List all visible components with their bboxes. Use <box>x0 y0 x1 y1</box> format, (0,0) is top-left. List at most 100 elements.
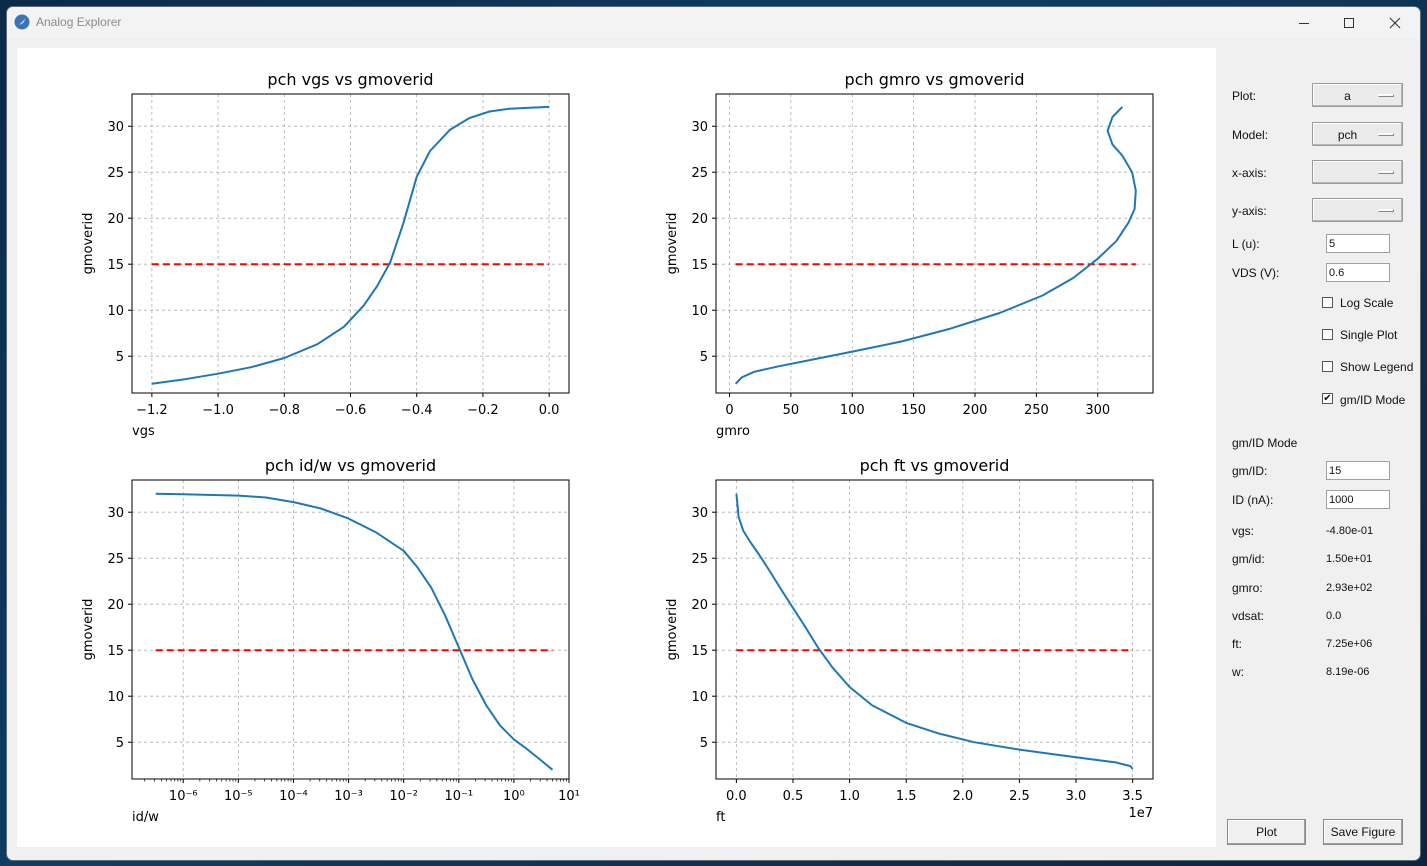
y-tick-label: 30 <box>691 120 708 135</box>
axes-frame <box>715 479 1154 780</box>
dropdown-indicator-icon <box>1378 94 1394 97</box>
y-axis-label: gmoverid <box>81 599 96 661</box>
y-tick-label: 10 <box>107 304 124 319</box>
plot-select-value: a <box>1344 89 1351 103</box>
x-tick-label: −0.6 <box>335 403 367 418</box>
save-figure-button[interactable]: Save Figure <box>1323 819 1403 845</box>
plot-button[interactable]: Plot <box>1227 819 1306 845</box>
x-tick-label: 50 <box>783 403 800 418</box>
result-w-label: w: <box>1232 665 1244 679</box>
x-tick-label: 1.0 <box>839 789 860 804</box>
gmid-mode-checkbox[interactable]: ✔ <box>1322 393 1333 404</box>
l-label: L (u): <box>1232 237 1260 251</box>
y-tick-label: 20 <box>107 598 124 613</box>
model-select[interactable]: pch <box>1312 122 1403 146</box>
dropdown-indicator-icon <box>1378 171 1394 174</box>
y-tick-label: 20 <box>691 598 708 613</box>
id-label: ID (nA): <box>1232 493 1274 507</box>
chart-title: pch gmro vs gmoverid <box>845 70 1025 89</box>
x-tick-label: 0.0 <box>726 789 747 804</box>
chart-3: 10⁻⁶ 10⁻⁵ 10⁻⁴ 10⁻³ 10⁻² 10⁻¹ 10⁰ 10¹ 5 10 15 20 25 3… <box>81 456 580 825</box>
app-window: Analog Explorer −1.2 −1.0 −0.8 −0.6 −0.4 −0.2… <box>7 7 1420 860</box>
xaxis-label: x-axis: <box>1232 166 1267 180</box>
x-tick-label: 3.0 <box>1066 789 1087 804</box>
x-tick-label: 10⁻⁴ <box>279 789 308 804</box>
y-tick-label: 30 <box>107 120 124 135</box>
figure-svg: −1.2 −1.0 −0.8 −0.6 −0.4 −0.2 0.0 5 10 15 20 25 30 pc… <box>81 70 1154 825</box>
y-tick-label: 10 <box>691 690 708 705</box>
x-tick-label: −0.8 <box>268 403 300 418</box>
x-tick-label: −0.2 <box>467 403 499 418</box>
gmid-label: gm/ID: <box>1232 464 1268 478</box>
x-tick-label: 10⁻² <box>389 789 418 804</box>
x-axis-label: ft <box>716 810 725 825</box>
show-legend-checkbox[interactable] <box>1322 361 1333 372</box>
yaxis-select[interactable] <box>1312 198 1403 222</box>
yaxis-label: y-axis: <box>1232 204 1267 218</box>
x-tick-label: −1.2 <box>136 403 168 418</box>
feather-icon <box>14 14 30 30</box>
x-tick-label: 0.5 <box>783 789 804 804</box>
result-ft-value: 7.25e+06 <box>1326 638 1373 650</box>
title-bar: Analog Explorer <box>7 7 1420 38</box>
minimize-button[interactable] <box>1281 7 1327 38</box>
series-line <box>734 106 1137 385</box>
log-scale-label: Log Scale <box>1340 296 1394 310</box>
x-tick-label: 10¹ <box>558 789 580 804</box>
y-tick-label: 15 <box>691 644 708 659</box>
x-axis-label: gmro <box>716 424 750 439</box>
x-tick-label: 3.5 <box>1122 789 1143 804</box>
maximize-icon <box>1344 17 1354 28</box>
y-tick-label: 25 <box>691 552 708 567</box>
axes-frame <box>715 93 1154 394</box>
chart-title: pch id/w vs gmoverid <box>265 456 436 475</box>
y-tick-label: 10 <box>107 690 124 705</box>
x-tick-label: 100 <box>840 403 865 418</box>
x-tick-label: 1.5 <box>896 789 917 804</box>
y-tick-label: 15 <box>107 644 124 659</box>
vds-label: VDS (V): <box>1232 266 1280 280</box>
x-tick-label: 10⁰ <box>503 789 525 804</box>
plot-select[interactable]: a <box>1312 83 1403 107</box>
result-gmid-label: gm/id: <box>1232 552 1265 566</box>
result-vgs-label: vgs: <box>1232 524 1255 538</box>
y-tick-label: 25 <box>691 166 708 181</box>
vds-input[interactable] <box>1326 263 1390 282</box>
result-vdsat-label: vdsat: <box>1232 609 1265 623</box>
model-select-value: pch <box>1337 128 1358 142</box>
x-tick-label: 150 <box>901 403 926 418</box>
result-vgs-value: -4.80e-01 <box>1326 525 1374 537</box>
y-axis-label: gmoverid <box>665 599 680 661</box>
log-scale-checkbox[interactable] <box>1322 297 1333 308</box>
y-tick-label: 15 <box>691 258 708 273</box>
figure-canvas[interactable]: −1.2 −1.0 −0.8 −0.6 −0.4 −0.2 0.0 5 10 15 20 25 30 pc… <box>17 48 1216 847</box>
chart-title: pch vgs vs gmoverid <box>267 70 433 89</box>
x-tick-label: 10⁻³ <box>334 789 363 804</box>
id-input[interactable] <box>1326 490 1390 509</box>
model-label: Model: <box>1232 128 1269 142</box>
l-input[interactable] <box>1326 234 1390 253</box>
result-ft-label: ft: <box>1232 637 1243 651</box>
result-gmro-value: 2.93e+02 <box>1326 582 1373 594</box>
dropdown-indicator-icon <box>1378 133 1394 136</box>
y-tick-label: 20 <box>691 212 708 227</box>
close-button[interactable] <box>1372 7 1418 38</box>
single-plot-label: Single Plot <box>1340 328 1398 342</box>
x-axis-label: id/w <box>132 810 159 825</box>
chart-1: −1.2 −1.0 −0.8 −0.6 −0.4 −0.2 0.0 5 10 15 20 25 30 pc… <box>81 70 570 439</box>
dropdown-indicator-icon <box>1378 209 1394 212</box>
gmid-input[interactable] <box>1326 461 1390 480</box>
x-tick-label: 2.0 <box>952 789 973 804</box>
xaxis-select[interactable] <box>1312 160 1403 184</box>
chart-4: 0.0 0.5 1.0 1.5 2.0 2.5 3.0 3.5 5 10 15 20 25 30 pch f… <box>665 456 1154 825</box>
x-tick-label: 0 <box>725 403 733 418</box>
plot-label: Plot: <box>1232 89 1257 103</box>
single-plot-checkbox[interactable] <box>1322 329 1333 340</box>
result-w-value: 8.19e-06 <box>1326 666 1370 678</box>
x-tick-label: 10⁻⁵ <box>224 789 253 804</box>
result-vdsat-value: 0.0 <box>1326 610 1342 622</box>
result-gmro-label: gmro: <box>1232 581 1263 595</box>
axes-frame <box>131 479 570 780</box>
maximize-button[interactable] <box>1326 7 1372 38</box>
y-tick-label: 25 <box>107 166 124 181</box>
